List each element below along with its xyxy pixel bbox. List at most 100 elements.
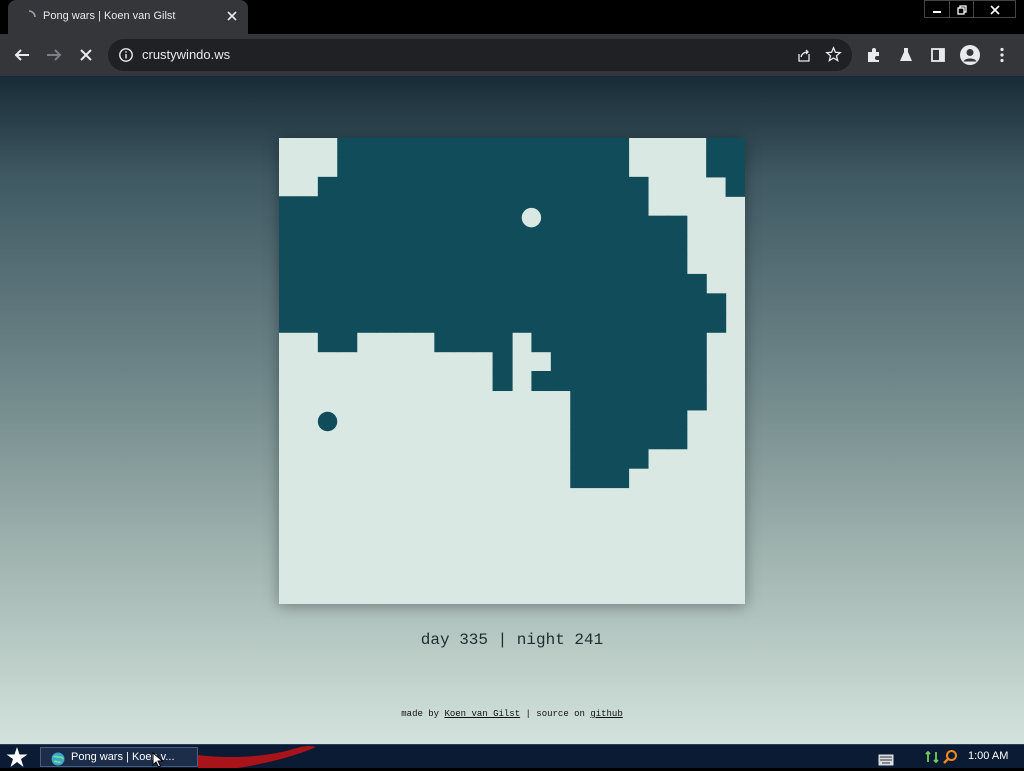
keyboard-icon[interactable] <box>878 751 894 766</box>
night-square <box>589 157 610 178</box>
night-square <box>473 254 494 275</box>
page-footer: made by Koen van Gilst | source on githu… <box>0 709 1024 719</box>
night-square <box>453 176 474 197</box>
night-square <box>589 138 610 159</box>
profile-avatar-icon[interactable] <box>958 43 982 67</box>
night-square <box>550 157 571 178</box>
night-square <box>434 312 455 333</box>
night-square <box>628 235 649 256</box>
night-square <box>473 293 494 314</box>
night-square <box>279 312 300 333</box>
night-square <box>395 138 416 159</box>
night-square <box>279 254 300 275</box>
bookmark-star-icon[interactable] <box>825 46 842 63</box>
network-icon[interactable] <box>924 749 940 765</box>
tab-title: Pong wars | Koen van Gilst <box>43 10 176 22</box>
side-panel-icon[interactable] <box>928 45 948 65</box>
night-square <box>647 371 668 392</box>
stop-loading-icon[interactable] <box>76 45 96 65</box>
night-square <box>570 196 591 217</box>
night-square <box>376 293 397 314</box>
labs-flask-icon[interactable] <box>896 45 916 65</box>
system-clock: 1:00 AM <box>968 750 1009 762</box>
night-square <box>725 176 745 197</box>
night-square <box>298 312 319 333</box>
night-square <box>667 429 688 450</box>
night-square <box>589 429 610 450</box>
night-square <box>589 332 610 353</box>
night-square <box>492 312 513 333</box>
night-square <box>473 273 494 294</box>
night-square <box>279 215 300 236</box>
github-link[interactable]: github <box>590 709 622 719</box>
night-square <box>453 254 474 275</box>
night-square <box>317 176 338 197</box>
night-ball <box>317 411 338 432</box>
address-bar[interactable]: crustywindo.ws <box>108 39 852 71</box>
night-square <box>298 196 319 217</box>
night-square <box>570 293 591 314</box>
night-square <box>337 157 358 178</box>
night-square <box>570 138 591 159</box>
author-link[interactable]: Koen van Gilst <box>444 709 520 719</box>
night-square <box>376 312 397 333</box>
night-square <box>395 215 416 236</box>
night-square <box>570 235 591 256</box>
magnifier-icon[interactable] <box>942 749 958 765</box>
night-square <box>512 235 533 256</box>
night-square <box>609 351 630 372</box>
night-square <box>434 157 455 178</box>
night-square <box>667 273 688 294</box>
night-square <box>434 215 455 236</box>
night-square <box>395 176 416 197</box>
night-square <box>667 293 688 314</box>
night-square <box>706 293 727 314</box>
extensions-puzzle-icon[interactable] <box>864 45 884 65</box>
night-square <box>609 196 630 217</box>
night-square <box>550 196 571 217</box>
share-icon[interactable] <box>796 47 812 63</box>
back-arrow-icon[interactable] <box>12 45 32 65</box>
night-square <box>550 351 571 372</box>
night-square <box>570 332 591 353</box>
night-square <box>609 448 630 469</box>
close-window-button[interactable] <box>973 1 1015 18</box>
night-square <box>589 176 610 197</box>
night-square <box>628 409 649 430</box>
night-square <box>609 332 630 353</box>
night-square <box>298 215 319 236</box>
night-square <box>337 196 358 217</box>
night-square <box>279 273 300 294</box>
night-square <box>589 293 610 314</box>
restore-button[interactable] <box>949 1 973 18</box>
night-square <box>531 273 552 294</box>
forward-arrow-icon[interactable] <box>44 45 64 65</box>
night-square <box>609 468 630 489</box>
night-square <box>414 312 435 333</box>
night-square <box>414 138 435 159</box>
night-square <box>628 215 649 236</box>
taskbar-window-button[interactable]: Pong wars | Koen v... <box>40 747 198 767</box>
night-square <box>628 390 649 411</box>
night-square <box>628 196 649 217</box>
tab-close-icon[interactable] <box>224 8 240 24</box>
night-square <box>492 293 513 314</box>
night-square <box>512 254 533 275</box>
night-square <box>609 293 630 314</box>
minimize-button[interactable] <box>925 1 949 18</box>
start-star-icon[interactable] <box>6 747 28 767</box>
kebab-menu-icon[interactable] <box>992 45 1012 65</box>
night-square <box>356 273 377 294</box>
night-square <box>589 409 610 430</box>
night-square <box>550 138 571 159</box>
browser-tab[interactable]: Pong wars | Koen van Gilst <box>8 0 248 34</box>
site-info-icon[interactable] <box>118 47 134 63</box>
night-square <box>531 371 552 392</box>
night-square <box>531 138 552 159</box>
night-square <box>453 138 474 159</box>
night-square <box>356 215 377 236</box>
night-square <box>628 176 649 197</box>
night-square <box>453 312 474 333</box>
night-square <box>570 468 591 489</box>
night-square <box>589 254 610 275</box>
